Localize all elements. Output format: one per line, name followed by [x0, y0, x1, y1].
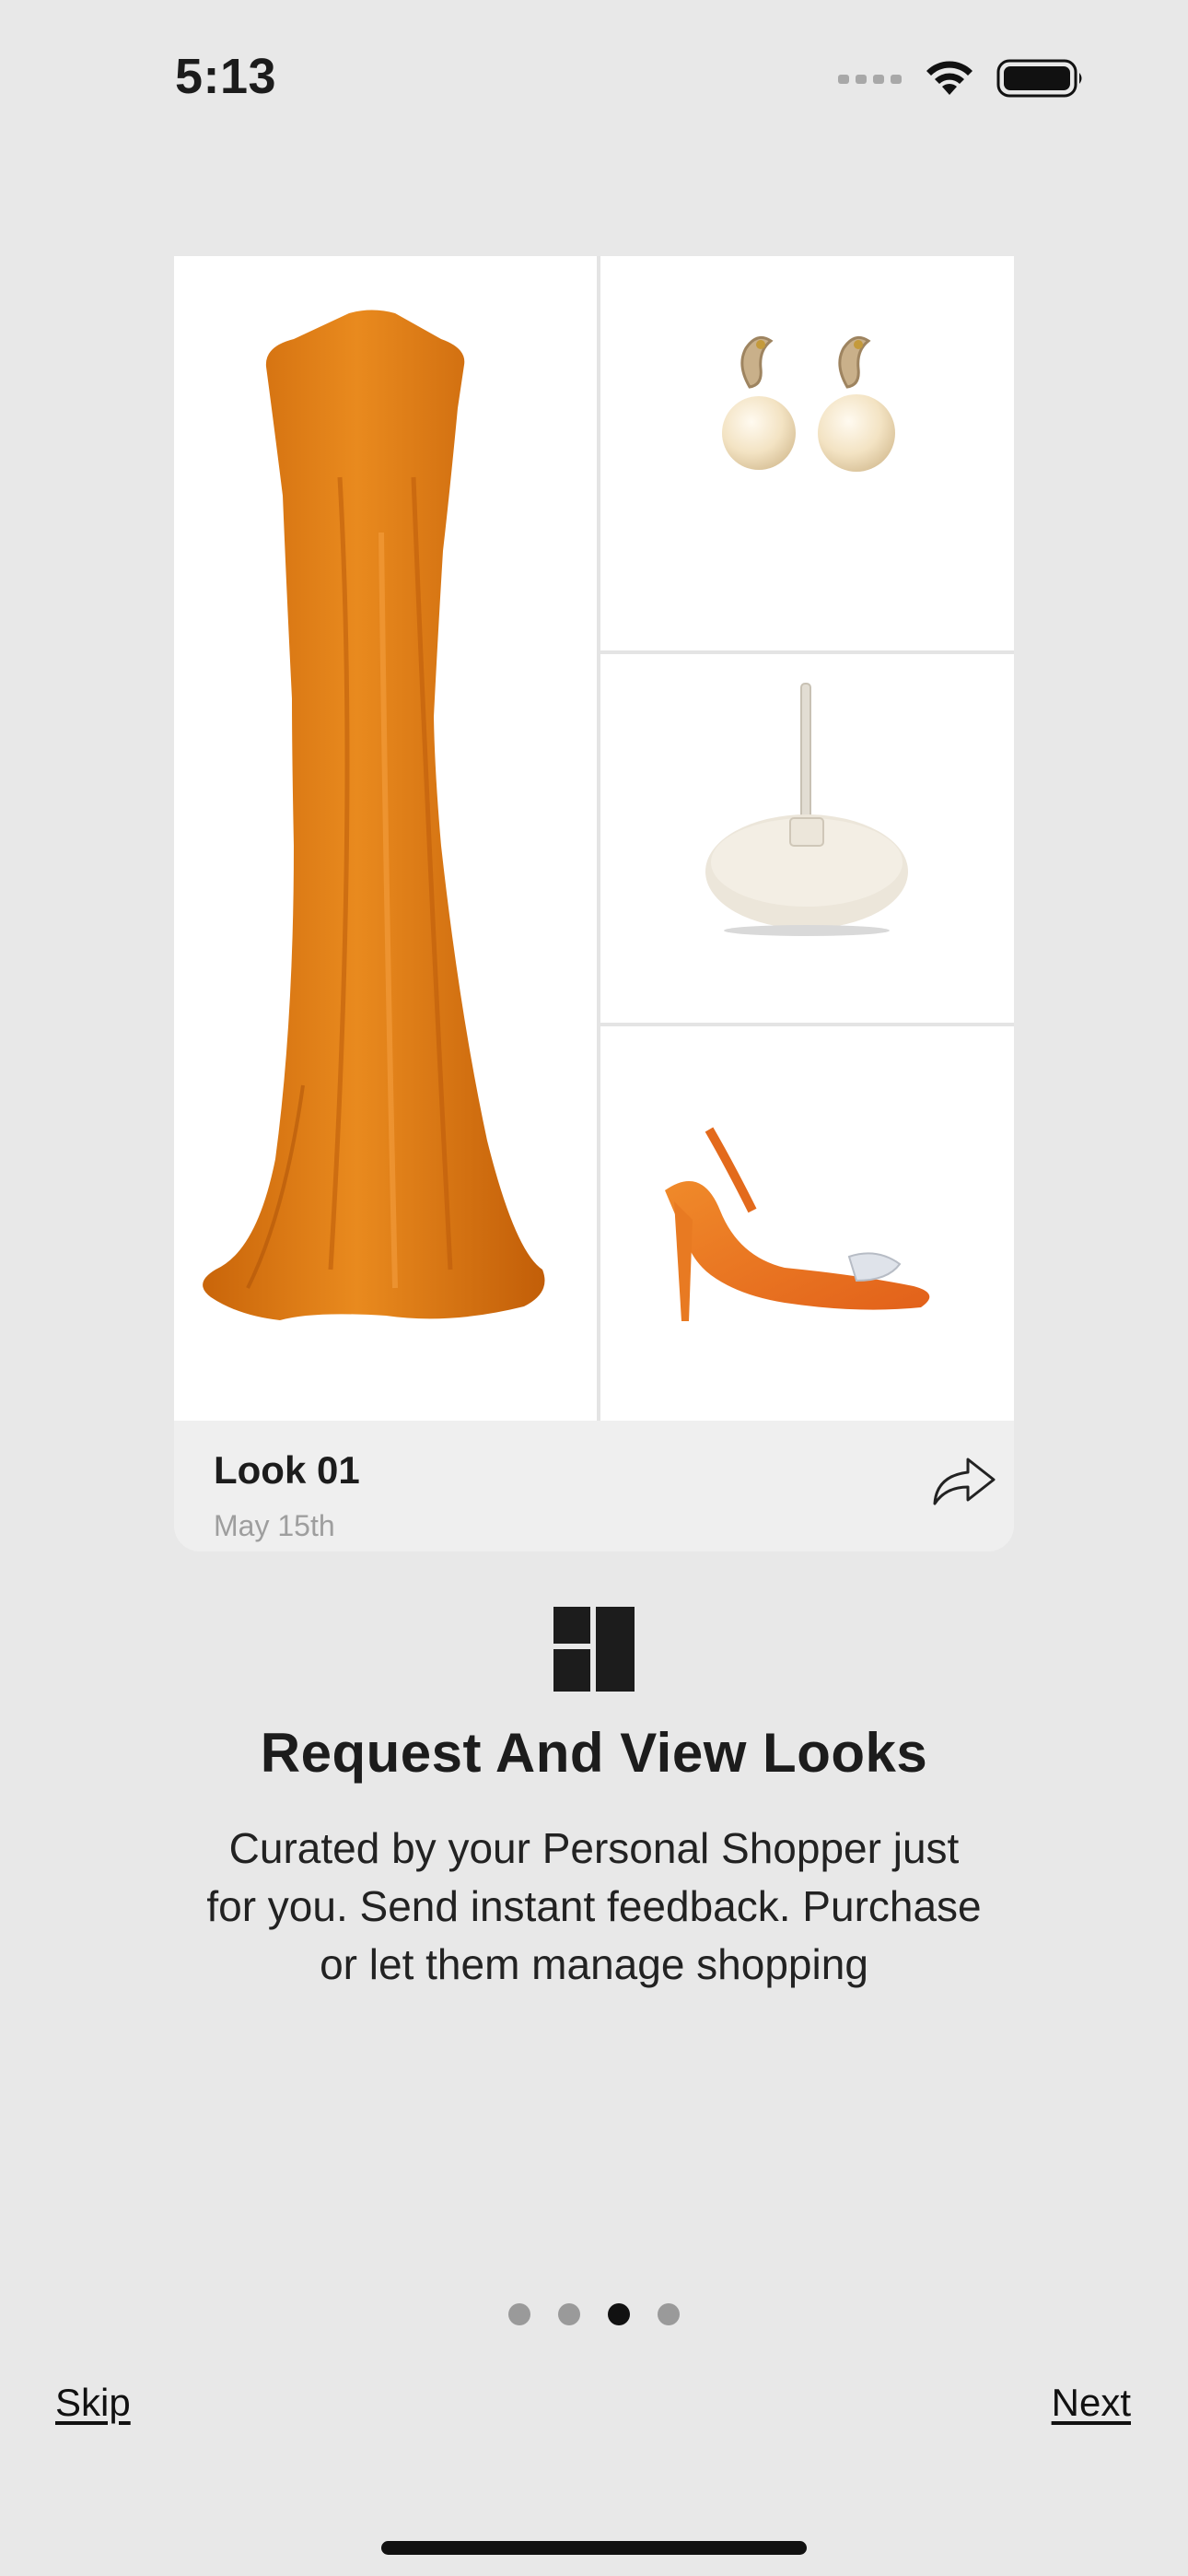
look-card[interactable]: Look 01 May 15th [174, 256, 1014, 1551]
share-arrow-icon [933, 1458, 996, 1505]
page-dot-3[interactable] [608, 2303, 630, 2325]
dress-image[interactable] [174, 256, 597, 1421]
page-dot-4[interactable] [658, 2303, 680, 2325]
look-date: May 15th [214, 1509, 335, 1542]
shoe-illustration [665, 1127, 930, 1321]
battery-icon [996, 59, 1082, 98]
bag-image[interactable] [600, 654, 1014, 1023]
grid-layout-icon [553, 1607, 635, 1692]
page-dot-2[interactable] [558, 2303, 580, 2325]
page-dot-1[interactable] [508, 2303, 530, 2325]
status-icons [838, 55, 1085, 101]
bag-illustration [705, 683, 908, 936]
onboarding-screen: 5:13 Look 01 May 15th Request And View L… [0, 0, 1188, 2576]
wifi-icon [926, 61, 973, 95]
share-button[interactable] [927, 1448, 1001, 1513]
look-title: Look 01 [214, 1448, 360, 1492]
look-card-footer: Look 01 May 15th [174, 1421, 1014, 1551]
intro-heading: Request And View Looks [260, 1722, 928, 1784]
shoe-image[interactable] [600, 1026, 1014, 1421]
dress-illustration [203, 310, 545, 1320]
status-time: 5:13 [175, 49, 277, 104]
home-indicator[interactable] [381, 2541, 807, 2555]
look-items-grid [174, 256, 1014, 1421]
page-indicator [0, 2303, 1188, 2325]
cellular-signal-icon [838, 75, 902, 84]
earrings-illustration [722, 335, 895, 472]
skip-button[interactable]: Skip [55, 2381, 131, 2425]
earrings-image[interactable] [600, 256, 1014, 650]
intro-description: Curated by your Personal Shopper just fo… [206, 1824, 982, 1988]
next-button[interactable]: Next [1052, 2381, 1131, 2425]
